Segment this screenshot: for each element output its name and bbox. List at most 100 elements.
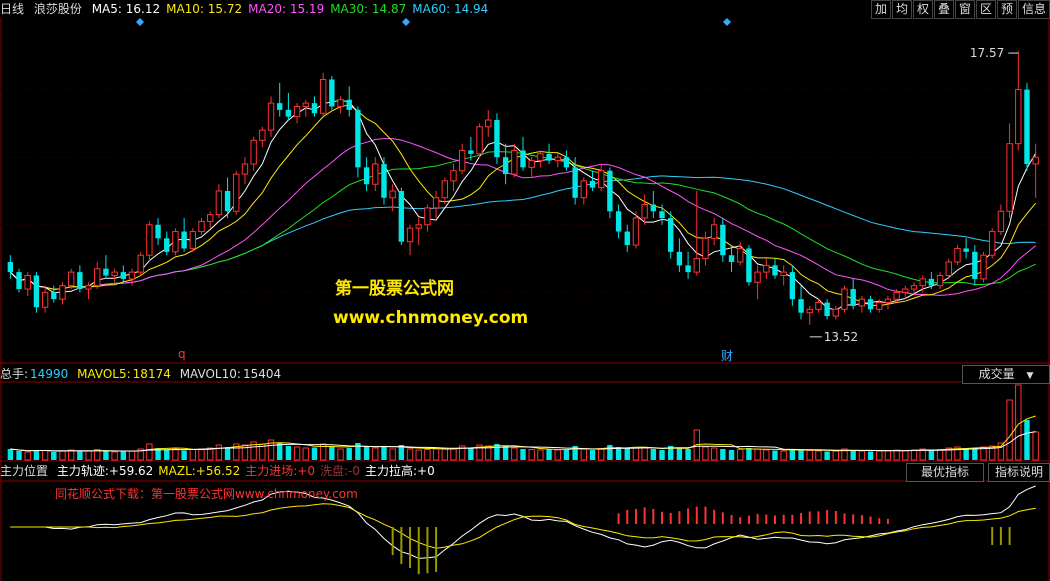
candle-body bbox=[67, 271, 75, 287]
volume-bar bbox=[7, 449, 14, 460]
volume-bar bbox=[798, 449, 804, 460]
candle-body bbox=[302, 102, 309, 108]
volume-bar bbox=[59, 450, 66, 461]
watermark-title: 第一股票公式网 bbox=[335, 279, 454, 299]
candle-body bbox=[528, 160, 535, 168]
candle-body bbox=[424, 207, 431, 226]
mavol5-label: MAVOL5: bbox=[77, 367, 131, 381]
candle-body bbox=[884, 298, 892, 304]
volume-dropdown[interactable]: 成交量 ▼ bbox=[962, 365, 1050, 384]
candle-body bbox=[980, 254, 987, 280]
volume-bar bbox=[720, 449, 726, 460]
volume-bar bbox=[1032, 431, 1039, 461]
volume-bar bbox=[546, 449, 552, 460]
volume-value: 14990 bbox=[30, 367, 69, 381]
best-indicator-button[interactable]: 最优指标 bbox=[906, 463, 984, 482]
candle-body bbox=[893, 291, 900, 300]
volume-bar bbox=[389, 448, 396, 461]
volume-bar bbox=[432, 448, 440, 461]
candle-body bbox=[919, 278, 926, 287]
volume-bar bbox=[936, 449, 944, 461]
volume-bar bbox=[16, 451, 22, 460]
candle-body bbox=[1024, 89, 1030, 164]
volume-bar bbox=[406, 448, 414, 461]
volume-bar bbox=[146, 443, 153, 461]
candle-body bbox=[137, 254, 144, 273]
high-price-label: 17.57 bbox=[970, 46, 1004, 60]
candle-body bbox=[598, 170, 605, 189]
candle-body bbox=[398, 191, 405, 242]
candle-body bbox=[876, 302, 883, 310]
candle-body bbox=[789, 272, 796, 300]
candle-body bbox=[780, 271, 787, 276]
volume-bar bbox=[302, 447, 309, 461]
volume-bar bbox=[997, 442, 1005, 461]
mavol10-value: 15404 bbox=[242, 367, 282, 381]
volume-bar bbox=[1024, 420, 1030, 460]
indicator-explain-button[interactable]: 指标说明 bbox=[988, 463, 1050, 482]
volume-bar bbox=[737, 449, 744, 461]
candle-body bbox=[432, 197, 440, 209]
volume-bar bbox=[676, 448, 683, 460]
candle-body bbox=[293, 106, 301, 118]
candle-body bbox=[94, 268, 101, 287]
volume-bar bbox=[641, 447, 648, 461]
volume-bar bbox=[615, 447, 622, 460]
candle-body bbox=[406, 227, 414, 243]
candle-body bbox=[963, 248, 969, 252]
mazl-line bbox=[10, 503, 1036, 549]
watermark-url: www.chnmoney.com bbox=[333, 308, 529, 328]
candle-body bbox=[659, 211, 665, 219]
candle-body bbox=[607, 170, 613, 212]
volume-bar bbox=[772, 450, 778, 460]
volume-bar bbox=[520, 449, 526, 460]
volume-bar bbox=[632, 447, 640, 461]
candle-body bbox=[511, 149, 518, 175]
candle-body bbox=[346, 99, 352, 110]
candle-body bbox=[841, 288, 848, 310]
candle-body bbox=[233, 173, 240, 212]
candle-body bbox=[945, 261, 952, 277]
candle-body bbox=[33, 275, 40, 308]
candle-body bbox=[7, 261, 14, 273]
ma60-line bbox=[9, 175, 1036, 290]
candle-body bbox=[754, 271, 761, 283]
candle-body bbox=[311, 103, 318, 114]
volume-bar bbox=[215, 444, 223, 461]
event-marker-diamond bbox=[723, 18, 731, 26]
event-marker-diamond bbox=[136, 18, 144, 26]
candle-body bbox=[702, 237, 709, 260]
candle-body bbox=[441, 180, 448, 199]
mavol5-value: 18174 bbox=[132, 367, 171, 381]
volume-bar bbox=[277, 443, 283, 460]
volume-bar bbox=[815, 450, 822, 461]
candle-body bbox=[858, 298, 866, 307]
volume-bar bbox=[850, 450, 856, 460]
volume-bar bbox=[381, 447, 387, 460]
volume-bar bbox=[876, 450, 883, 461]
volume-bar bbox=[346, 448, 352, 460]
volume-bar bbox=[502, 446, 509, 460]
candle-body bbox=[589, 180, 596, 188]
indicator-watermark: 同花顺公式下载：第一股票公式网www.chnmoney.com bbox=[55, 487, 358, 501]
mavol10-label: MAVOL10: bbox=[179, 367, 241, 381]
volume-bar bbox=[415, 449, 422, 461]
volume-bar bbox=[832, 450, 840, 461]
candle-body bbox=[215, 190, 223, 216]
candle-body bbox=[832, 308, 840, 317]
indicator-header: 主力位置 主力轨迹:+59.62 MAZL:+56.52 主力进场:+0 洗盘:-0 主… bbox=[0, 463, 440, 479]
candle-body bbox=[128, 271, 136, 280]
indicator-value-item: MAZL:+56.52 bbox=[158, 464, 241, 478]
volume-dropdown-label: 成交量 bbox=[978, 367, 1015, 381]
indicator-value-item: 主力轨迹:+59.62 bbox=[56, 464, 154, 478]
volume-bar bbox=[424, 449, 431, 461]
candle-body bbox=[824, 302, 830, 317]
candle-body bbox=[485, 119, 492, 128]
candle-body bbox=[546, 153, 552, 161]
candle-body bbox=[632, 217, 640, 246]
candle-body bbox=[989, 231, 996, 256]
candle-body bbox=[381, 163, 387, 198]
volume-bar bbox=[710, 447, 718, 461]
candle-body bbox=[815, 302, 822, 310]
candle-body bbox=[450, 170, 457, 182]
